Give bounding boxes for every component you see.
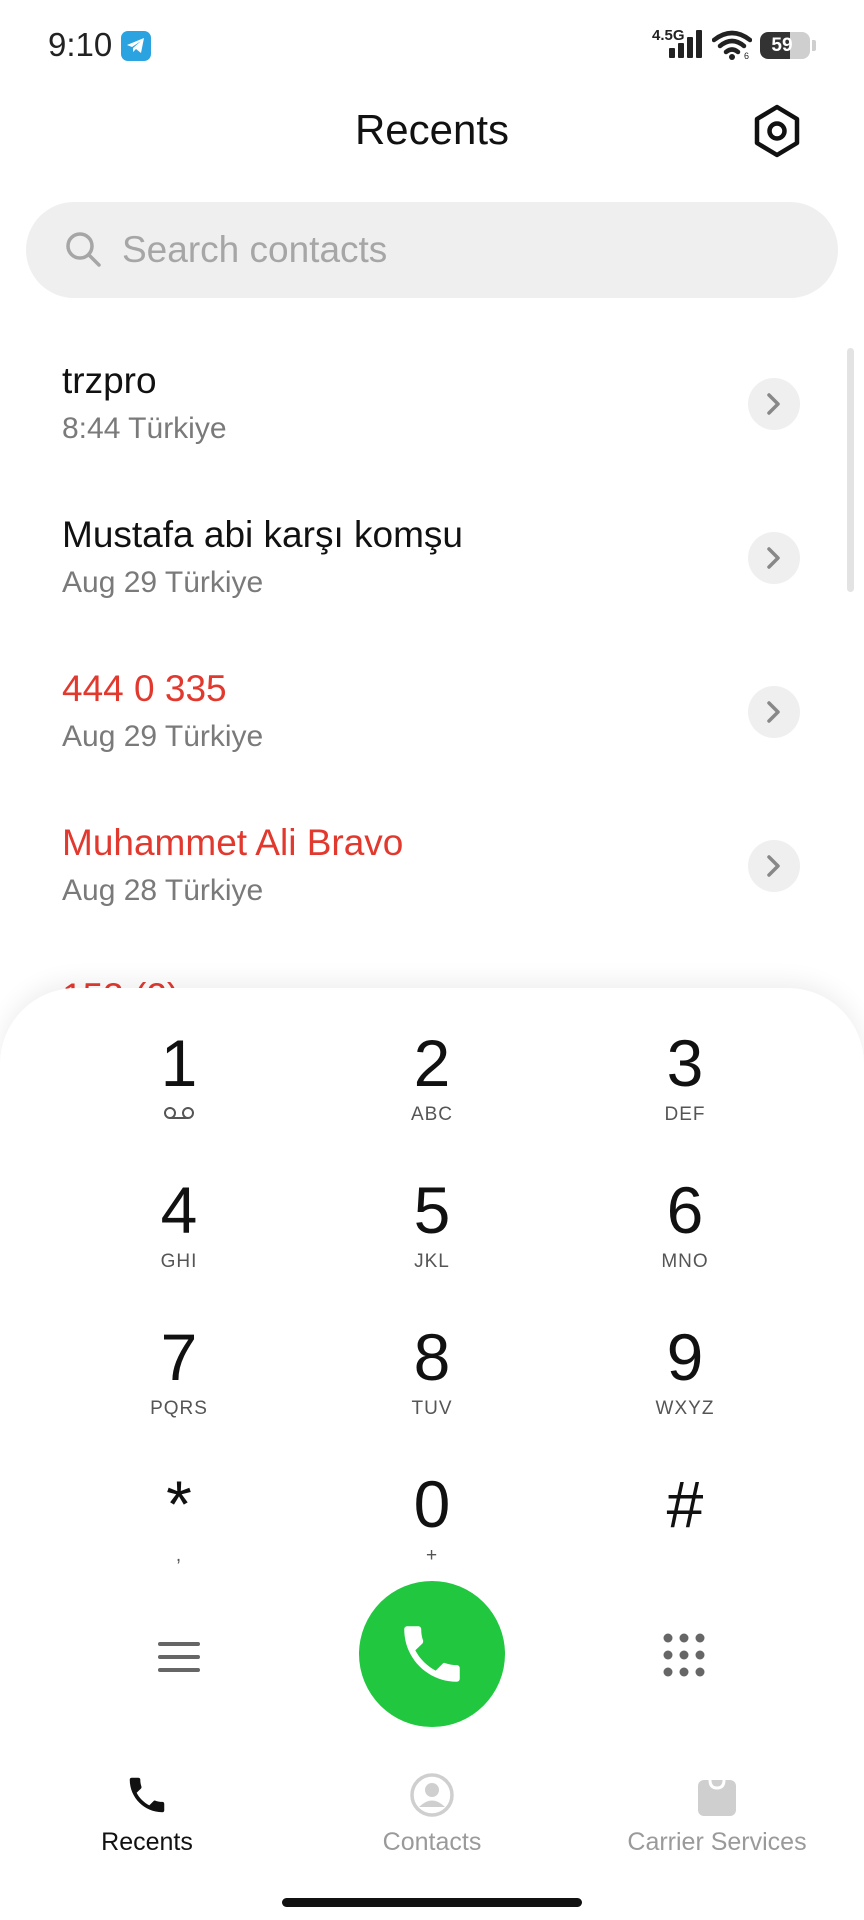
call-details-button[interactable]: [748, 378, 800, 430]
settings-button[interactable]: [752, 104, 802, 158]
dial-key-star[interactable]: * ,: [69, 1443, 289, 1583]
chevron-right-icon: [767, 855, 780, 877]
wifi-icon: 6: [712, 30, 752, 60]
dial-key-3[interactable]: 3 DEF: [575, 1002, 795, 1142]
recent-call-row[interactable]: 444 0 335 Aug 29 Türkiye: [0, 648, 864, 802]
recent-call-row[interactable]: trzpro 8:44 Türkiye: [0, 340, 864, 494]
call-button[interactable]: [359, 1581, 505, 1727]
dialpad-icon: [663, 1633, 705, 1677]
telegram-icon: [121, 31, 151, 61]
key-digit: 4: [160, 1173, 198, 1247]
status-time: 9:10: [48, 26, 113, 63]
home-indicator[interactable]: [282, 1898, 582, 1907]
dial-key-9[interactable]: 9 WXYZ: [575, 1296, 795, 1436]
chevron-right-icon: [767, 701, 780, 723]
key-letters: [575, 1545, 795, 1567]
call-details-button[interactable]: [748, 532, 800, 584]
search-bar[interactable]: [26, 202, 838, 298]
key-digit: 9: [666, 1320, 704, 1394]
key-letters: ,: [175, 1545, 183, 1566]
call-name: 444 0 335: [62, 668, 227, 709]
key-digit: 6: [666, 1173, 704, 1247]
dial-key-4[interactable]: 4 GHI: [69, 1149, 289, 1289]
battery-icon: 59: [760, 32, 810, 59]
key-letters: ABC: [410, 1104, 454, 1125]
key-digit: #: [666, 1467, 704, 1541]
key-letters: +: [425, 1545, 439, 1566]
call-name: trzpro: [62, 360, 157, 401]
dial-key-5[interactable]: 5 JKL: [322, 1149, 542, 1289]
call-meta: Aug 29 Türkiye: [62, 720, 264, 753]
call-meta: Aug 29 Türkiye: [62, 566, 264, 599]
tab-contacts[interactable]: Contacts: [288, 1744, 576, 1864]
recent-call-row[interactable]: Muhammet Ali Bravo Aug 28 Türkiye: [0, 802, 864, 956]
contact-icon: [410, 1773, 454, 1817]
key-digit: 5: [413, 1173, 451, 1247]
recents-list: trzpro 8:44 Türkiye Mustafa abi karşı ko…: [0, 340, 864, 990]
menu-button[interactable]: [150, 1632, 208, 1682]
tab-carrier-services[interactable]: Carrier Services: [573, 1744, 861, 1864]
phone-icon: [404, 1626, 460, 1682]
signal-icon: [669, 30, 702, 58]
dial-key-7[interactable]: 7 PQRS: [69, 1296, 289, 1436]
call-details-button[interactable]: [748, 840, 800, 892]
search-icon: [66, 232, 101, 267]
voicemail-icon: [164, 1107, 194, 1119]
list-scrollbar[interactable]: [847, 348, 854, 592]
status-bar: 9:10 4.5G 6 59: [0, 0, 864, 92]
settings-icon: [754, 104, 800, 158]
dial-key-hash[interactable]: #: [575, 1443, 795, 1583]
key-digit: 0: [413, 1467, 451, 1541]
key-letters: JKL: [414, 1251, 450, 1272]
key-letters: WXYZ: [655, 1398, 715, 1419]
key-digit: 1: [160, 1026, 198, 1100]
search-input[interactable]: [122, 222, 802, 278]
recent-call-row[interactable]: 153 (2): [0, 956, 864, 990]
key-digit: 2: [413, 1026, 451, 1100]
call-details-button[interactable]: [748, 686, 800, 738]
battery-tip: [812, 40, 816, 51]
key-letters: MNO: [661, 1251, 709, 1272]
key-digit: *: [166, 1467, 192, 1541]
shopping-bag-icon: [698, 1779, 736, 1816]
dial-key-8[interactable]: 8 TUV: [322, 1296, 542, 1436]
tab-label: Recents: [101, 1828, 193, 1856]
call-name: Mustafa abi karşı komşu: [62, 514, 463, 555]
key-letters: DEF: [664, 1104, 706, 1125]
dial-key-0[interactable]: 0 +: [322, 1443, 542, 1583]
page-title: Recents: [354, 106, 510, 153]
dial-key-1[interactable]: 1: [69, 1002, 289, 1142]
call-meta: Aug 28 Türkiye: [62, 874, 264, 907]
bottom-navigation: Recents Contacts Carrier Services: [0, 1744, 864, 1920]
tab-label: Carrier Services: [627, 1828, 807, 1856]
key-digit: 8: [413, 1320, 451, 1394]
key-letters: GHI: [160, 1251, 198, 1272]
key-digit: 7: [160, 1320, 198, 1394]
chevron-right-icon: [767, 547, 780, 569]
dialer-screen: 9:10 4.5G 6 59 Recents Search contacts t…: [0, 0, 864, 1920]
call-name: Muhammet Ali Bravo: [62, 822, 404, 863]
tab-recents[interactable]: Recents: [3, 1744, 291, 1864]
svg-text:6: 6: [744, 51, 749, 60]
call-meta: 8:44 Türkiye: [62, 412, 227, 445]
chevron-right-icon: [767, 393, 780, 415]
key-digit: 3: [666, 1026, 704, 1100]
dialpad-toggle-button[interactable]: [660, 1630, 708, 1680]
phone-icon: [129, 1777, 165, 1813]
battery-level: 59: [771, 35, 793, 56]
tab-label: Contacts: [382, 1828, 482, 1856]
dial-key-2[interactable]: 2 ABC: [322, 1002, 542, 1142]
key-letters: PQRS: [150, 1398, 208, 1419]
recent-call-row[interactable]: Mustafa abi karşı komşu Aug 29 Türkiye: [0, 494, 864, 648]
key-letters: TUV: [411, 1398, 453, 1419]
menu-icon: [158, 1642, 200, 1672]
dial-key-6[interactable]: 6 MNO: [575, 1149, 795, 1289]
